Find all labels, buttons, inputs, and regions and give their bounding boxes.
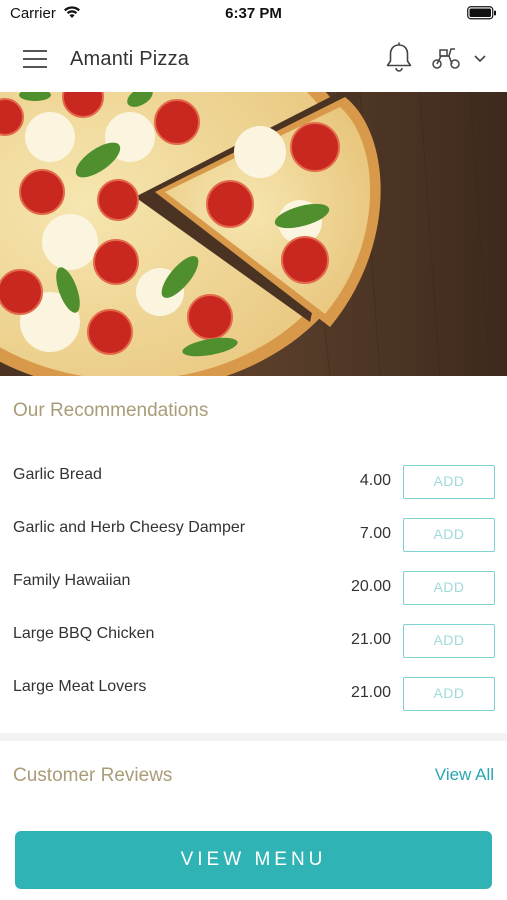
list-item: Garlic Bread 4.00 ADD xyxy=(0,455,507,508)
view-menu-button[interactable]: VIEW MENU xyxy=(15,831,492,889)
item-name: Family Hawaiian xyxy=(13,572,131,589)
app-header: Amanti Pizza xyxy=(0,28,507,92)
item-price: 21.00 xyxy=(350,684,391,701)
add-button[interactable]: ADD xyxy=(403,677,495,711)
section-divider xyxy=(0,733,507,741)
item-price: 7.00 xyxy=(359,525,391,542)
list-item: Family Hawaiian 20.00 ADD xyxy=(0,561,507,614)
list-item: Garlic and Herb Cheesy Damper 7.00 ADD xyxy=(0,508,507,561)
item-price: 21.00 xyxy=(350,631,391,648)
list-item: Large BBQ Chicken 21.00 ADD xyxy=(0,614,507,667)
add-button[interactable]: ADD xyxy=(403,465,495,499)
status-bar: Carrier 6:37 PM xyxy=(0,0,507,28)
item-name: Large BBQ Chicken xyxy=(13,625,155,642)
bell-icon[interactable] xyxy=(385,42,413,74)
add-button[interactable]: ADD xyxy=(403,624,495,658)
battery-icon xyxy=(467,6,497,25)
hamburger-menu-icon[interactable] xyxy=(22,48,48,70)
recommendations-list: Garlic Bread 4.00 ADD Garlic and Herb Ch… xyxy=(0,455,507,720)
recommendations-title: Our Recommendations xyxy=(13,400,209,421)
hero-pizza-image xyxy=(0,92,507,376)
chevron-down-icon[interactable] xyxy=(472,52,488,64)
add-button[interactable]: ADD xyxy=(403,571,495,605)
restaurant-title: Amanti Pizza xyxy=(70,48,190,70)
item-name: Garlic and Herb Cheesy Damper xyxy=(13,519,246,536)
item-name: Garlic Bread xyxy=(13,466,102,483)
item-name: Large Meat Lovers xyxy=(13,678,147,695)
list-item: Large Meat Lovers 21.00 ADD xyxy=(0,667,507,720)
item-price: 4.00 xyxy=(359,472,391,489)
item-price: 20.00 xyxy=(350,578,391,595)
view-all-link[interactable]: View All xyxy=(435,765,494,785)
add-button[interactable]: ADD xyxy=(403,518,495,552)
clock: 6:37 PM xyxy=(225,5,282,22)
scooter-icon[interactable] xyxy=(430,46,462,70)
customer-reviews-title: Customer Reviews xyxy=(13,765,173,786)
